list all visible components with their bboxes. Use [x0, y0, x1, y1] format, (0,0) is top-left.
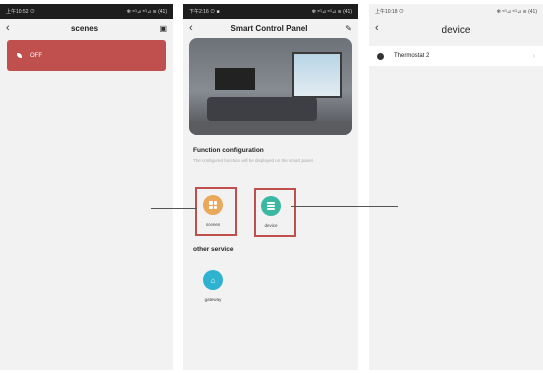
status-icons: ✻ ⁵ᴳ⊿ ⁵ᴳ⊿ ≋ (41)	[496, 8, 537, 15]
device-button[interactable]	[261, 196, 281, 216]
room-photo	[189, 38, 352, 135]
page-title: device	[441, 25, 471, 36]
smart-control-panel-screen: 下午2:16 ⊙ ■ ✻ ⁵ᴳ⊿ ⁵ᴳ⊿ ≋ (41) ‹ Smart Cont…	[183, 4, 358, 370]
edit-icon[interactable]: ✎	[345, 24, 352, 33]
gateway-icon: ⌂	[210, 275, 216, 285]
status-time: 下午2:16 ⊙ ■	[189, 9, 220, 15]
scene-label: OFF	[30, 52, 42, 59]
scenes-screen: 上午10:52 ⊙ ✻ ⁵ᴳ⊿ ⁵ᴳ⊿ ≋ (41) ‹ scenes ▣ OF…	[0, 4, 173, 370]
chevron-left-icon[interactable]: ‹	[6, 23, 10, 34]
status-time: 上午10:52 ⊙	[6, 9, 35, 15]
page-title: scenes	[70, 24, 99, 33]
gateway-button[interactable]: ⌂	[203, 270, 223, 290]
status-bar: 上午10:52 ⊙ ✻ ⁵ᴳ⊿ ⁵ᴳ⊿ ≋ (41)	[0, 4, 173, 19]
device-row-thermostat[interactable]: Thermostat 2 ›	[369, 46, 543, 66]
function-configuration-desc: The configured function will be displaye…	[193, 158, 313, 163]
chevron-right-icon: ›	[532, 52, 535, 60]
settings-icon[interactable]: ▣	[159, 24, 167, 33]
scene-off-card[interactable]: OFF	[7, 40, 166, 71]
grid-icon	[209, 201, 217, 209]
device-screen: 上午10:18 ⊙ ✻ ⁵ᴳ⊿ ⁵ᴳ⊿ ≋ (41) ‹ device Ther…	[369, 4, 543, 370]
thermostat-icon	[377, 52, 384, 60]
status-icons: ✻ ⁵ᴳ⊿ ⁵ᴳ⊿ ≋ (41)	[311, 8, 352, 15]
connector-line-device	[291, 206, 398, 207]
device-label: device	[264, 223, 278, 228]
device-name: Thermostat 2	[394, 53, 430, 59]
leaf-icon	[17, 53, 22, 58]
scenes-button[interactable]	[203, 195, 223, 215]
device-list-icon	[267, 202, 275, 210]
gateway-label: gateway	[204, 297, 222, 302]
status-time: 上午10:18 ⊙	[375, 9, 404, 15]
nav-bar: ‹ scenes ▣	[0, 19, 173, 38]
other-service-title: other service	[193, 246, 234, 253]
scenes-label: scenes	[205, 222, 221, 227]
function-configuration-title: Function configuration	[193, 147, 264, 154]
status-icons: ✻ ⁵ᴳ⊿ ⁵ᴳ⊿ ≋ (41)	[126, 8, 167, 15]
page-title: Smart Control Panel	[230, 24, 308, 33]
connector-line-scenes	[151, 208, 197, 209]
status-bar: 上午10:18 ⊙ ✻ ⁵ᴳ⊿ ⁵ᴳ⊿ ≋ (41)	[369, 4, 543, 19]
chevron-left-icon[interactable]: ‹	[189, 23, 193, 34]
status-bar: 下午2:16 ⊙ ■ ✻ ⁵ᴳ⊿ ⁵ᴳ⊿ ≋ (41)	[183, 4, 358, 19]
nav-bar: ‹ Smart Control Panel ✎	[183, 19, 358, 38]
